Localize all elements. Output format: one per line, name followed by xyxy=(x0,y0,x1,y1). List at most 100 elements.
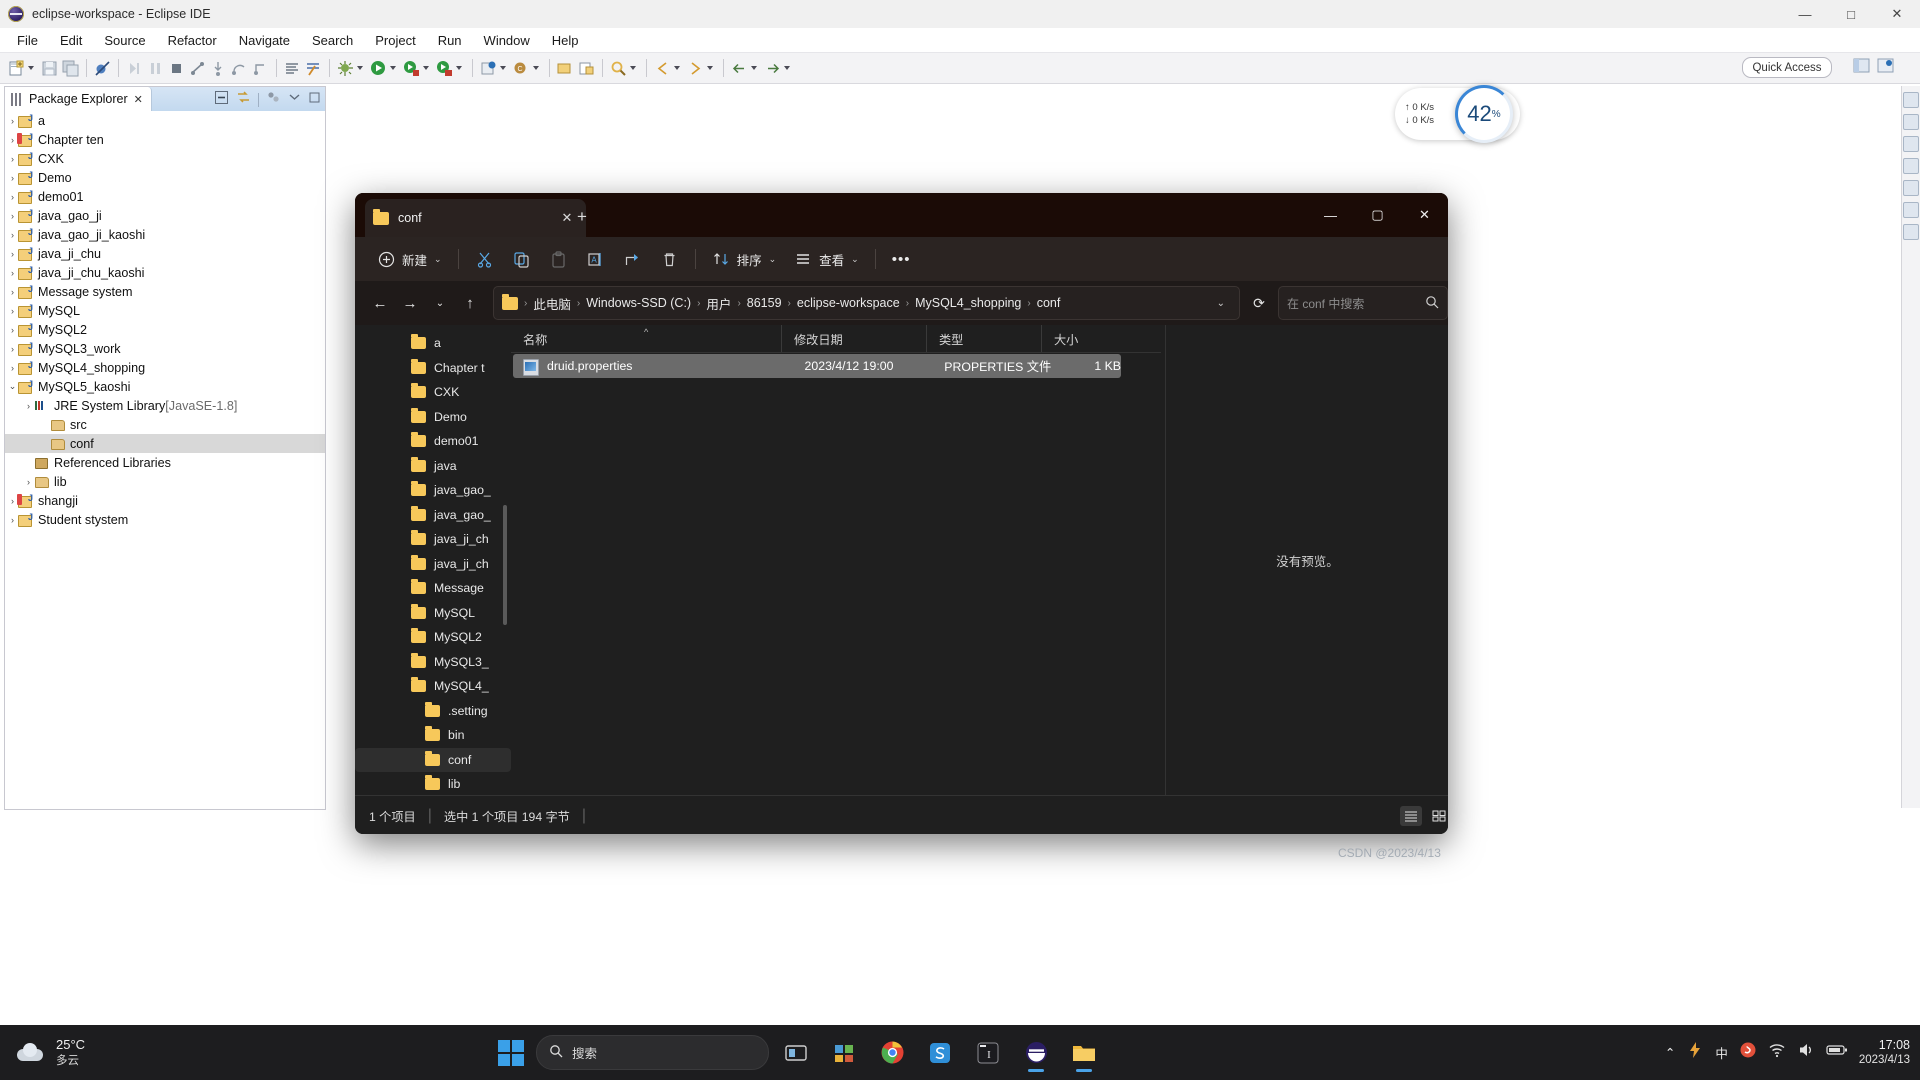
address-bar[interactable]: › 此电脑 › Windows-SSD (C:) › 用户 › 86159 › … xyxy=(493,286,1240,320)
tree-expand-arrow-icon[interactable]: › xyxy=(7,249,18,259)
tree-item-mysql2[interactable]: › MySQL2 xyxy=(5,320,325,339)
tree-item-src[interactable]: src xyxy=(5,415,325,434)
forward-button[interactable]: → xyxy=(395,288,425,318)
navigation-pane-scrollbar[interactable] xyxy=(503,505,507,625)
thunder-icon[interactable] xyxy=(1686,1041,1704,1064)
new-wizard-dropdown-icon[interactable] xyxy=(28,66,34,70)
run-dropdown-icon[interactable] xyxy=(390,66,396,70)
tree-expand-arrow-icon[interactable]: › xyxy=(7,192,18,202)
details-view-icon[interactable] xyxy=(1400,806,1422,826)
tree-item-student-stystem[interactable]: › Student stystem xyxy=(5,510,325,529)
snipaste-icon[interactable] xyxy=(919,1032,961,1074)
crumb-mysql4-shopping[interactable]: MySQL4_shopping xyxy=(915,296,1021,310)
step-into-icon[interactable] xyxy=(209,59,228,78)
explorer-close-button[interactable]: ✕ xyxy=(1401,193,1448,237)
tree-expand-arrow-icon[interactable]: › xyxy=(7,211,18,221)
tree-expand-arrow-icon[interactable]: › xyxy=(7,230,18,240)
column-header-2[interactable]: 类型 xyxy=(926,325,1041,352)
step-return-icon[interactable] xyxy=(251,59,270,78)
menu-help[interactable]: Help xyxy=(541,30,590,51)
tree-item-mysql5-kaoshi[interactable]: ⌄ MySQL5_kaoshi xyxy=(5,377,325,396)
tree-item-chapter-ten[interactable]: ›Chapter ten xyxy=(5,130,325,149)
tree-item-mysql3-work[interactable]: › MySQL3_work xyxy=(5,339,325,358)
explorer-minimize-button[interactable]: — xyxy=(1307,193,1354,237)
tree-item-mysql[interactable]: › MySQL xyxy=(5,301,325,320)
tree-expand-arrow-icon[interactable]: › xyxy=(7,287,18,297)
tree-item-demo01[interactable]: › demo01 xyxy=(5,187,325,206)
crumb-conf[interactable]: conf xyxy=(1037,296,1061,310)
nav-pane-item-java[interactable]: java xyxy=(355,454,511,479)
package-explorer-tree[interactable]: ›a›Chapter ten›CXK›Demo›demo01›java_gao_… xyxy=(5,111,325,808)
run-icon[interactable] xyxy=(369,59,388,78)
menu-run[interactable]: Run xyxy=(427,30,473,51)
tree-item-java-gao-ji[interactable]: › java_gao_ji xyxy=(5,206,325,225)
tree-item-cxk[interactable]: › CXK xyxy=(5,149,325,168)
prev-edit-icon[interactable] xyxy=(653,59,672,78)
search-declaration-icon[interactable] xyxy=(304,59,323,78)
collapse-all-icon[interactable] xyxy=(214,90,229,110)
tree-expand-arrow-icon[interactable]: › xyxy=(7,306,18,316)
crumb-users[interactable]: 用户 xyxy=(706,294,731,313)
package-explorer-tab[interactable]: Package Explorer ✕ xyxy=(5,87,152,111)
tree-expand-arrow-icon[interactable]: › xyxy=(7,268,18,278)
outline-view-icon[interactable] xyxy=(1903,92,1919,108)
tree-expand-arrow-icon[interactable]: › xyxy=(7,173,18,183)
view-menu-icon[interactable] xyxy=(266,90,281,110)
start-button[interactable] xyxy=(498,1039,524,1066)
network-icon[interactable] xyxy=(1768,1041,1786,1064)
tree-item-jre-system-library[interactable]: › JRE System Library [JavaSE-1.8] xyxy=(5,396,325,415)
quick-access-field[interactable]: Quick Access xyxy=(1742,57,1832,78)
tree-expand-arrow-icon[interactable]: › xyxy=(23,401,34,411)
run-external-tools-icon[interactable] xyxy=(402,59,421,78)
new-class-icon[interactable]: C xyxy=(512,59,531,78)
next-edit-icon[interactable] xyxy=(686,59,705,78)
run-external-dropdown-icon[interactable] xyxy=(423,66,429,70)
menu-edit[interactable]: Edit xyxy=(49,30,93,51)
tree-item-message-system[interactable]: › Message system xyxy=(5,282,325,301)
tiles-view-icon[interactable] xyxy=(1428,806,1448,826)
refresh-button[interactable]: ⟳ xyxy=(1244,288,1274,318)
nav-pane-item-cxk[interactable]: CXK xyxy=(355,380,511,405)
nav-pane-item-java-ji-ch[interactable]: java_ji_ch xyxy=(355,552,511,577)
tree-item-conf[interactable]: conf xyxy=(5,434,325,453)
crumb-eclipse-workspace[interactable]: eclipse-workspace xyxy=(797,296,900,310)
open-perspective-icon[interactable] xyxy=(1852,56,1872,80)
tree-item-java-gao-ji-kaoshi[interactable]: › java_gao_ji_kaoshi xyxy=(5,225,325,244)
nav-pane-item-mysql3-[interactable]: MySQL3_ xyxy=(355,650,511,675)
nav-pane-item--setting[interactable]: .setting xyxy=(355,699,511,724)
tree-expand-arrow-icon[interactable]: › xyxy=(7,116,18,126)
eclipse-minimize-button[interactable]: — xyxy=(1782,0,1828,28)
sogou-icon[interactable] xyxy=(1739,1041,1757,1064)
nav-pane-item-conf[interactable]: conf xyxy=(355,747,511,772)
menu-search[interactable]: Search xyxy=(301,30,364,51)
column-header-3[interactable]: 大小 xyxy=(1041,325,1126,352)
nav-pane-item-mysql[interactable]: MySQL xyxy=(355,601,511,626)
nav-pane-item-mysql4-[interactable]: MySQL4_ xyxy=(355,674,511,699)
tree-expand-arrow-icon[interactable]: ⌄ xyxy=(7,381,18,392)
open-type-icon[interactable] xyxy=(556,59,575,78)
menu-project[interactable]: Project xyxy=(364,30,426,51)
debug-icon[interactable] xyxy=(336,59,355,78)
minimize-view-icon[interactable] xyxy=(288,91,301,109)
ime-icon[interactable]: 中 xyxy=(1715,1043,1728,1062)
run-configurations-icon[interactable] xyxy=(435,59,454,78)
back-button[interactable]: ← xyxy=(365,288,395,318)
nav-pane-item-demo[interactable]: Demo xyxy=(355,405,511,430)
tree-expand-arrow-icon[interactable]: › xyxy=(7,154,18,164)
cpu-usage-gauge[interactable]: 42% xyxy=(1455,85,1513,143)
java-perspective-icon[interactable] xyxy=(1876,56,1896,80)
explorer-tab-close-icon[interactable]: ✕ xyxy=(556,210,578,226)
crumb-drive-c[interactable]: Windows-SSD (C:) xyxy=(586,296,691,310)
tree-item-shangji[interactable]: ›shangji xyxy=(5,491,325,510)
rail-icon-6[interactable] xyxy=(1903,202,1919,218)
taskbar-search-box[interactable]: 搜索 xyxy=(536,1035,769,1070)
link-with-editor-icon[interactable] xyxy=(236,90,251,110)
task-list-icon[interactable] xyxy=(1903,114,1919,130)
menu-file[interactable]: File xyxy=(6,30,49,51)
tree-item-java-ji-chu[interactable]: › java_ji_chu xyxy=(5,244,325,263)
nav-pane-item-lib[interactable]: lib xyxy=(355,772,511,795)
explorer-maximize-button[interactable]: ▢ xyxy=(1354,193,1401,237)
rename-button[interactable]: A xyxy=(577,243,614,275)
nav-pane-item-java-gao-[interactable]: java_gao_ xyxy=(355,503,511,528)
new-wizard-icon[interactable] xyxy=(7,59,26,78)
